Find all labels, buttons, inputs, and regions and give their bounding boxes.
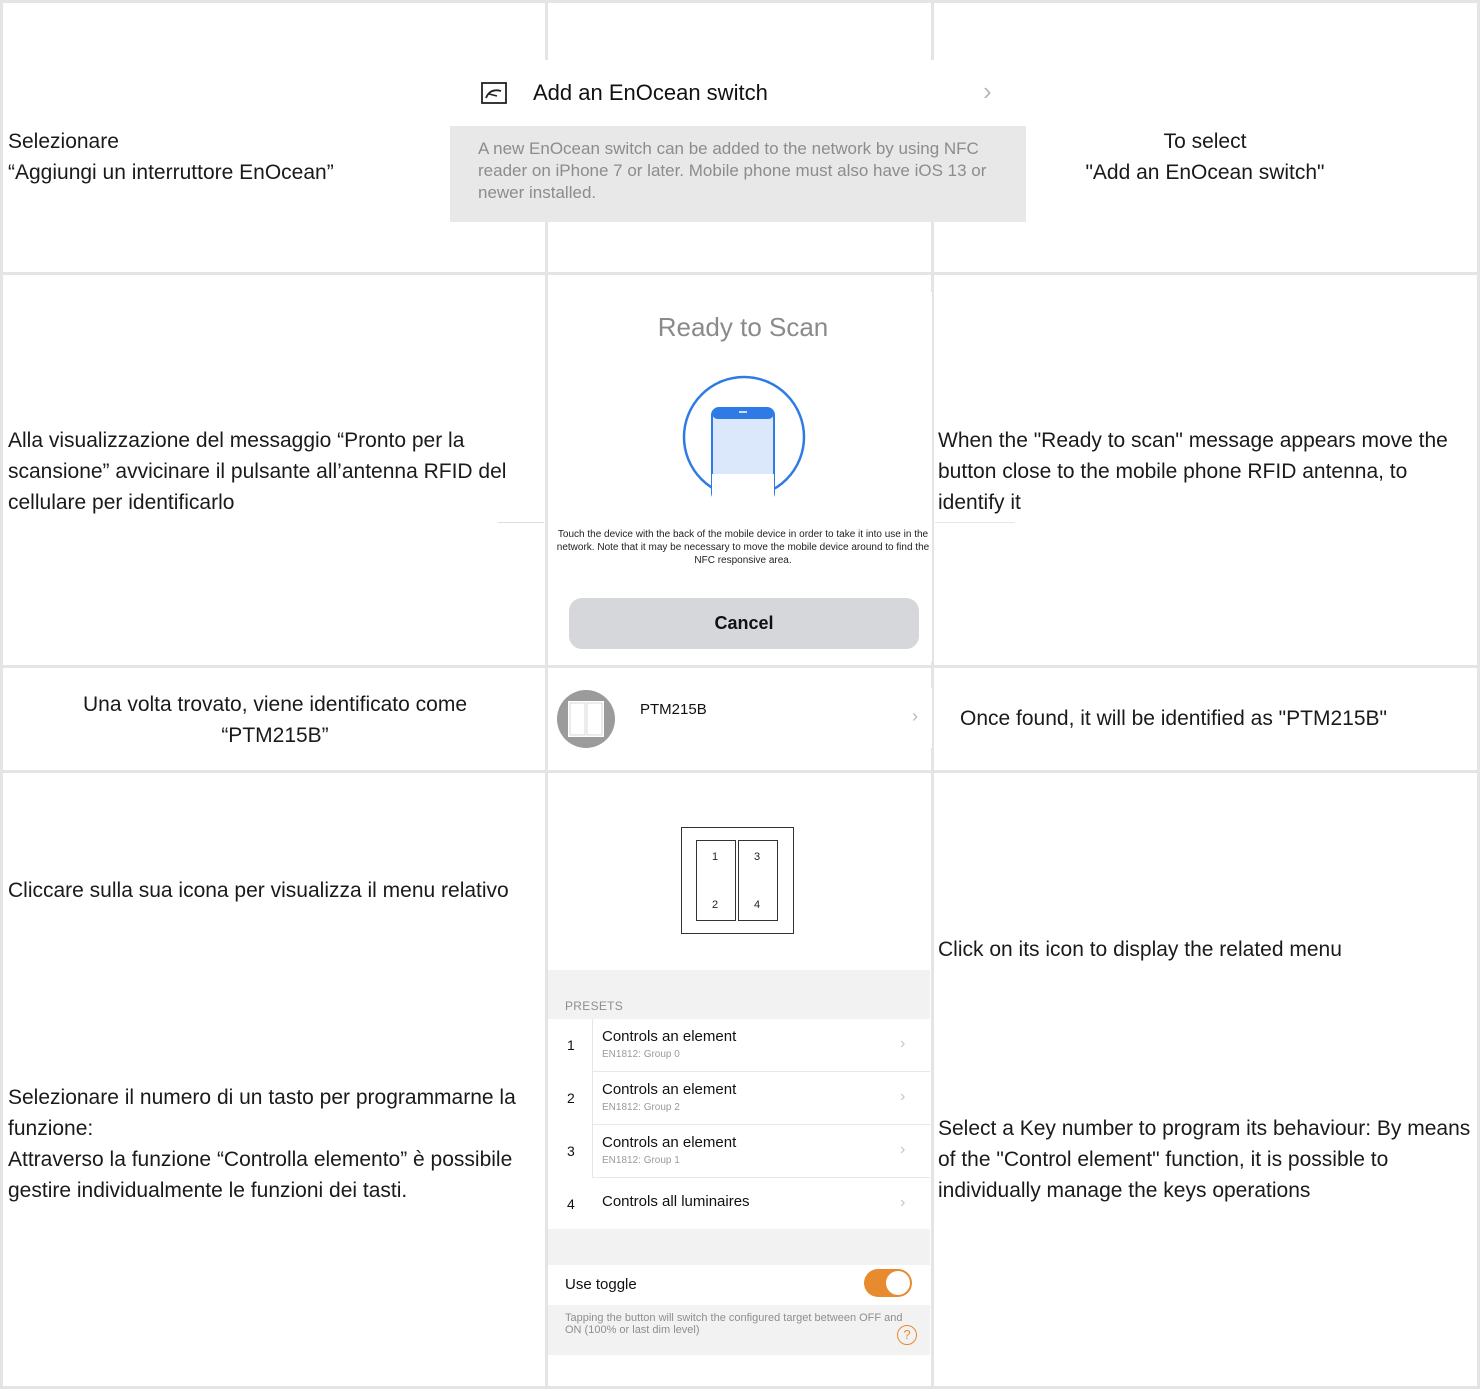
add-enocean-switch-title: Add an EnOcean switch [533, 80, 768, 105]
row1-right-caption: To select "Add an EnOcean switch" [1040, 126, 1370, 188]
chevron-right-icon: › [983, 76, 992, 106]
preset-subtitle: EN1812: Group 1 [602, 1155, 680, 1166]
add-enocean-switch-row[interactable]: Add an EnOcean switch › [450, 60, 1026, 126]
grid-line [0, 0, 1480, 3]
caption-line: “PTM215B” [221, 724, 329, 747]
cancel-button[interactable]: Cancel [569, 598, 919, 649]
preset-row-4[interactable]: 4 Controls all luminaires › [548, 1178, 930, 1230]
enocean-description-box: A new EnOcean switch can be added to the… [450, 126, 1026, 222]
enocean-description: A new EnOcean switch can be added to the… [478, 139, 987, 202]
preset-title: Controls an element [602, 1134, 737, 1151]
preset-row-3[interactable]: 3 Controls an element EN1812: Group 1 › [548, 1125, 930, 1177]
caption-line: Attraverso la funzione “Controlla elemen… [8, 1148, 513, 1202]
use-toggle-row: Use toggle [548, 1265, 930, 1305]
add-enocean-switch-card[interactable]: Add an EnOcean switch › A new EnOcean sw… [450, 60, 1026, 222]
chevron-right-icon: › [900, 1088, 906, 1105]
row4-left-caption-1: Cliccare sulla sua icona per visualizza … [8, 879, 509, 902]
preset-title: Controls an element [602, 1028, 737, 1045]
divider [592, 1072, 593, 1124]
grid-line [0, 770, 1480, 773]
key-number: 4 [754, 899, 761, 911]
divider [592, 1019, 593, 1071]
caption-line: Selezionare [8, 130, 119, 153]
toggle-note: Tapping the button will switch the confi… [565, 1312, 903, 1336]
row1-left-caption: Selezionare “Aggiungi un interruttore En… [8, 126, 334, 188]
ready-to-scan-sheet: Ready to Scan Touch the device with the … [548, 292, 932, 662]
preset-number: 3 [567, 1143, 575, 1159]
divider [498, 522, 544, 523]
preset-row-2[interactable]: 2 Controls an element EN1812: Group 2 › [548, 1072, 930, 1124]
device-name: PTM215B [640, 701, 707, 718]
switch-config-panel: 1 2 3 4 PRESETS 1 Controls an element EN… [548, 795, 930, 1355]
divider [935, 522, 1015, 523]
caption-line: "Add an EnOcean switch" [1085, 161, 1325, 184]
row3-right-caption: Once found, it will be identified as "PT… [960, 707, 1387, 730]
divider [592, 1125, 593, 1177]
toggle-knob [886, 1271, 910, 1295]
preset-title: Controls an element [602, 1081, 737, 1098]
switch-diagram: 1 2 3 4 [681, 827, 794, 934]
use-toggle-switch[interactable] [864, 1269, 912, 1297]
caption-line: Selezionare il numero di un tasto per pr… [8, 1086, 516, 1140]
key-number: 3 [754, 851, 761, 863]
switch-device-icon[interactable] [556, 689, 616, 749]
preset-subtitle: EN1812: Group 2 [602, 1102, 680, 1113]
key-number: 1 [712, 851, 719, 863]
chevron-right-icon: › [912, 706, 918, 726]
preset-number: 4 [567, 1196, 575, 1212]
row2-right-caption: When the "Ready to scan" message appears… [938, 429, 1448, 514]
device-row-ptm215b[interactable]: PTM215B › [548, 688, 932, 748]
presets-section-label: PRESETS [565, 999, 624, 1013]
row4-right-caption-2: Select a Key number to program its behav… [938, 1117, 1471, 1202]
caption-line: “Aggiungi un interruttore EnOcean” [8, 161, 334, 184]
chevron-right-icon: › [900, 1035, 906, 1052]
use-toggle-label: Use toggle [565, 1276, 637, 1293]
switch-diagram-area: 1 2 3 4 [548, 795, 930, 970]
row3-left-caption: Una volta trovato, viene identificato co… [30, 689, 520, 751]
row4-right-caption-1: Click on its icon to display the related… [938, 938, 1342, 961]
chevron-right-icon: › [900, 1194, 906, 1211]
preset-number: 2 [567, 1090, 575, 1106]
preset-title: Controls all luminaires [602, 1193, 750, 1210]
grid-line [0, 0, 3, 1389]
row4-left-caption-2: Selezionare il numero di un tasto per pr… [8, 1082, 538, 1206]
scan-description: Touch the device with the back of the mo… [556, 529, 930, 566]
key-number: 2 [712, 899, 719, 911]
row2-left-caption: Alla visualizzazione del messaggio “Pron… [8, 429, 507, 514]
grid-line [0, 665, 1480, 668]
phone-scan-icon [682, 375, 806, 500]
scan-title: Ready to Scan [657, 312, 829, 342]
chevron-right-icon: › [900, 1141, 906, 1158]
preset-list: 1 Controls an element EN1812: Group 0 › … [548, 1019, 930, 1229]
preset-subtitle: EN1812: Group 0 [602, 1049, 680, 1060]
preset-row-1[interactable]: 1 Controls an element EN1812: Group 0 › [548, 1019, 930, 1071]
help-icon[interactable]: ? [897, 1325, 917, 1345]
grid-line [0, 272, 1480, 275]
caption-line: Una volta trovato, viene identificato co… [82, 693, 468, 716]
preset-number: 1 [567, 1037, 575, 1053]
caption-line: To select [1163, 130, 1247, 153]
switch-key-right[interactable]: 3 4 [738, 840, 778, 921]
switch-key-left[interactable]: 1 2 [696, 840, 736, 921]
enocean-switch-icon [481, 82, 507, 104]
